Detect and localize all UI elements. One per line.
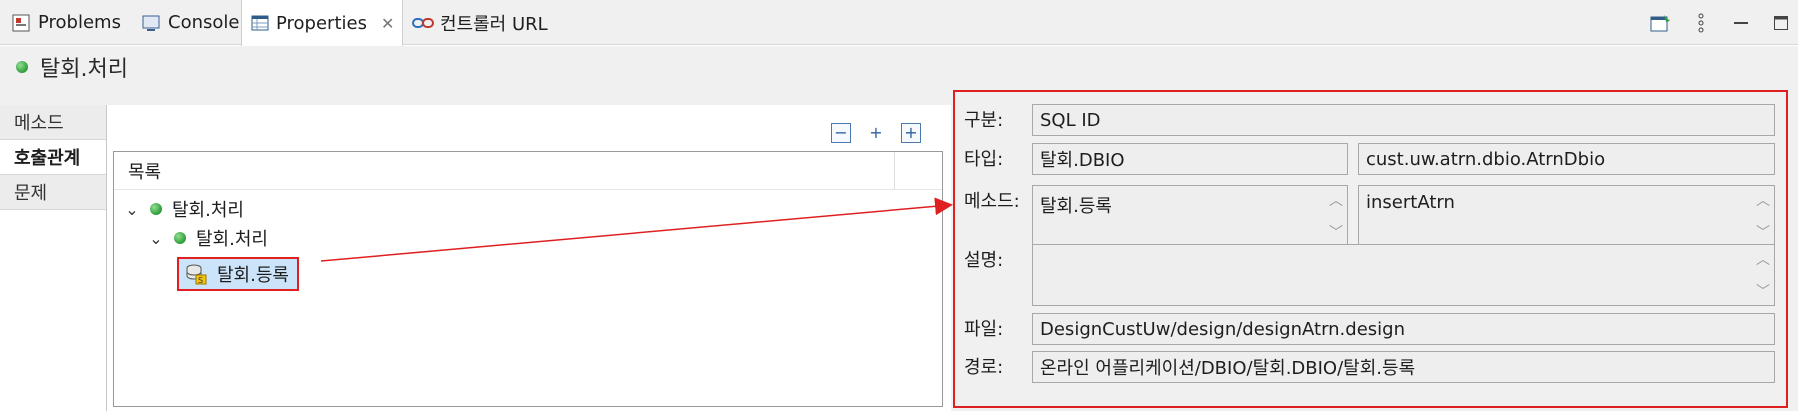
tab-call-relation[interactable]: 호출관계 [0,140,106,175]
label-type: 타입: [964,149,1004,170]
chevron-down-icon[interactable]: ﹀ [1756,222,1770,242]
detail-panel: 구분: SQL ID 타입: 탈회.DBIO cust.uw.atrn.dbio… [953,90,1788,408]
tree-column-header: 목록 [114,152,942,190]
tree-toolbar: − + + [831,123,921,143]
page-title: 탈회.처리 [40,57,128,82]
maximize-icon[interactable] [1770,12,1792,34]
link-icon [412,12,434,34]
view-tab-bar: Problems Console Properties ✕ 컨트롤러 URL [0,0,1798,46]
scrollbar[interactable]: ︿ ﹀ [1327,190,1345,242]
tree-node-root[interactable]: ⌄ 탈회.처리 [124,195,244,223]
minimize-icon[interactable] [1730,12,1752,34]
method-name-field[interactable]: insertAtrn ︿ ﹀ [1358,185,1775,247]
label-file: 파일: [964,319,1004,340]
description-field[interactable]: ︿ ﹀ [1032,244,1775,306]
section-tabs-filler [0,210,106,410]
tree-node-label: 탈회.처리 [172,200,244,221]
call-tree-pane: − + + 목록 ⌄ 탈회.처리 ⌄ 탈회.처리 S 탈회.등록 [107,105,951,411]
label-category: 구분: [964,110,1004,131]
expand-all-icon[interactable]: + [901,123,921,143]
tab-label: Properties [276,12,367,34]
chevron-down-icon[interactable]: ⌄ [124,200,140,219]
chevron-up-icon[interactable]: ︿ [1329,190,1343,210]
close-icon[interactable]: ✕ [381,14,394,33]
tab-label: Problems [38,12,121,33]
tab-console[interactable]: Console [132,0,247,45]
view-actions [1650,0,1792,45]
tree-node-label: 탈회.등록 [217,265,289,286]
tab-controller-url[interactable]: 컨트롤러 URL [404,0,556,45]
type-field[interactable]: 탈회.DBIO [1032,143,1348,175]
tab-method[interactable]: 메소드 [0,105,106,140]
node-status-icon [150,203,162,215]
properties-title: 탈회.처리 [0,46,1798,88]
tree-node-label: 탈회.처리 [196,229,268,250]
type-class-field[interactable]: cust.uw.atrn.dbio.AtrnDbio [1358,143,1775,175]
call-tree[interactable]: 목록 ⌄ 탈회.처리 ⌄ 탈회.처리 S 탈회.등록 [113,151,943,407]
tab-label: 컨트롤러 URL [440,13,548,35]
file-field[interactable]: DesignCustUw/design/designAtrn.design [1032,313,1775,345]
problems-icon [10,12,32,34]
chevron-up-icon[interactable]: ︿ [1756,249,1770,269]
method-field[interactable]: 탈회.등록 ︿ ﹀ [1032,185,1348,247]
path-field[interactable]: 온라인 어플리케이션/DBIO/탈회.DBIO/탈회.등록 [1032,351,1775,383]
chevron-down-icon[interactable]: ﹀ [1756,281,1770,301]
category-field[interactable]: SQL ID [1032,104,1775,136]
tab-problems[interactable]: Problems [2,0,129,45]
svg-text:S: S [198,276,203,285]
chevron-up-icon[interactable]: ︿ [1756,190,1770,210]
tab-label: Console [168,12,240,33]
section-tabs: 메소드 호출관계 문제 [0,105,107,411]
label-path: 경로: [964,357,1004,378]
column-separator [894,152,895,190]
properties-icon [250,12,270,34]
sql-query-icon: S [185,263,207,285]
tab-properties[interactable]: Properties ✕ [241,0,403,46]
console-icon [140,12,162,34]
node-status-icon [174,232,186,244]
view-menu-icon[interactable] [1690,12,1712,34]
chevron-down-icon[interactable]: ⌄ [148,229,164,248]
label-method: 메소드: [964,191,1020,212]
tree-node-child[interactable]: ⌄ 탈회.처리 [148,224,268,252]
label-description: 설명: [964,250,1004,271]
collapse-all-icon[interactable]: − [831,123,851,143]
scrollbar[interactable]: ︿ ﹀ [1754,190,1772,242]
scrollbar[interactable]: ︿ ﹀ [1754,249,1772,301]
tree-node-leaf-selected[interactable]: S 탈회.등록 [177,257,299,291]
pin-view-icon[interactable] [1650,12,1672,34]
chevron-down-icon[interactable]: ﹀ [1329,222,1343,242]
tab-problems-section[interactable]: 문제 [0,175,106,210]
node-status-icon [16,61,28,73]
properties-content: 메소드 호출관계 문제 − + + 목록 ⌄ 탈회.처리 ⌄ 탈회.처리 S 탈… [0,88,1798,411]
expand-icon[interactable]: + [866,123,886,143]
